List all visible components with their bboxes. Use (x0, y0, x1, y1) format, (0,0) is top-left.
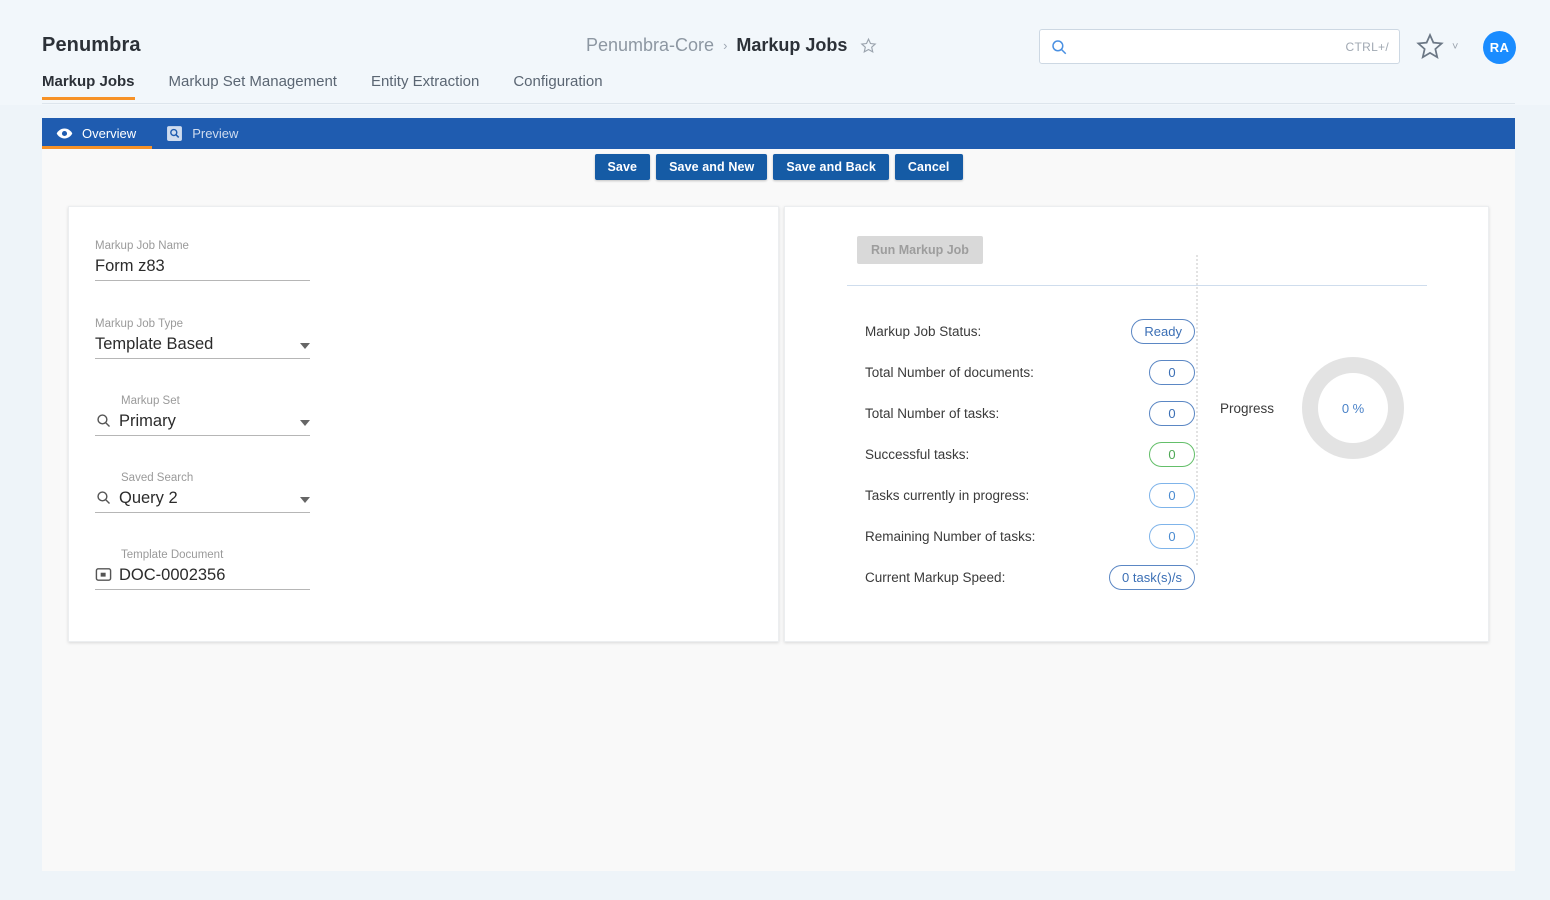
cancel-button[interactable]: Cancel (895, 154, 963, 180)
progress-label: Progress (1220, 401, 1274, 416)
field-markup-set-value[interactable]: Primary (119, 411, 293, 432)
chevron-down-icon[interactable] (300, 343, 310, 349)
tab-entity-extraction[interactable]: Entity Extraction (371, 70, 479, 100)
stat-row-markup-speed: Current Markup Speed: 0 task(s)/s (865, 557, 1195, 598)
tab-markup-jobs[interactable]: Markup Jobs (42, 70, 135, 100)
stat-badge-total-tasks: 0 (1149, 401, 1195, 426)
subtab-preview-label: Preview (192, 126, 238, 141)
search-icon (95, 412, 112, 429)
document-icon (95, 566, 112, 583)
chevron-down-icon[interactable] (300, 420, 310, 426)
magnifier-square-icon (166, 125, 183, 142)
subtab-overview-label: Overview (82, 126, 136, 141)
field-markup-job-type-label: Markup Job Type (95, 317, 310, 331)
stat-row-total-documents: Total Number of documents: 0 (865, 352, 1195, 393)
field-markup-job-name[interactable]: Markup Job Name Form z83 (95, 239, 310, 281)
stat-row-remaining-tasks: Remaining Number of tasks: 0 (865, 516, 1195, 557)
breadcrumb: Penumbra-Core › Markup Jobs (586, 35, 877, 56)
progress-ring: 0 % (1302, 357, 1404, 459)
main-nav-tabs: Markup Jobs Markup Set Management Entity… (0, 70, 1550, 105)
search-shortcut-hint: CTRL+/ (1346, 40, 1389, 54)
favorites-chevron-down-icon[interactable]: ˅ (1452, 41, 1458, 53)
field-markup-set-label: Markup Set (95, 394, 310, 408)
stat-row-successful-tasks: Successful tasks: 0 (865, 434, 1195, 475)
stat-badge-remaining-tasks: 0 (1149, 524, 1195, 549)
breadcrumb-current: Markup Jobs (736, 35, 847, 56)
content-area: Save Save and New Save and Back Cancel M… (42, 149, 1515, 871)
stat-label: Total Number of tasks: (865, 406, 1149, 421)
stat-label: Total Number of documents: (865, 365, 1149, 380)
stat-badge-markup-speed: 0 task(s)/s (1109, 565, 1195, 590)
stat-label: Markup Job Status: (865, 324, 1131, 339)
field-markup-set[interactable]: Markup Set Primary (95, 394, 310, 436)
stat-row-markup-job-status: Markup Job Status: Ready (865, 311, 1195, 352)
status-badge: Ready (1131, 319, 1195, 344)
field-template-document-label: Template Document (95, 548, 310, 562)
action-toolbar: Save Save and New Save and Back Cancel (42, 154, 1515, 180)
field-markup-job-name-value[interactable]: Form z83 (95, 256, 310, 277)
stat-label: Tasks currently in progress: (865, 488, 1149, 503)
breadcrumb-star-icon[interactable] (860, 37, 877, 54)
app-brand: Penumbra (42, 34, 141, 57)
breadcrumb-parent[interactable]: Penumbra-Core (586, 35, 714, 56)
save-and-back-button[interactable]: Save and Back (773, 154, 889, 180)
app-window: Penumbra Penumbra-Core › Markup Jobs CTR… (0, 0, 1550, 900)
stat-row-total-tasks: Total Number of tasks: 0 (865, 393, 1195, 434)
job-status-card: Run Markup Job Markup Job Status: Ready … (784, 206, 1489, 642)
breadcrumb-separator-icon: › (723, 38, 727, 53)
tab-configuration[interactable]: Configuration (513, 70, 602, 100)
vertical-dotted-divider (1196, 255, 1198, 565)
chevron-down-icon[interactable] (300, 497, 310, 503)
save-button[interactable]: Save (595, 154, 651, 180)
field-markup-job-type[interactable]: Markup Job Type Template Based (95, 317, 310, 359)
search-input[interactable] (1068, 30, 1346, 63)
top-header: Penumbra Penumbra-Core › Markup Jobs CTR… (0, 0, 1550, 70)
field-markup-job-name-label: Markup Job Name (95, 239, 310, 253)
field-saved-search-value[interactable]: Query 2 (119, 488, 293, 509)
eye-icon (56, 125, 73, 142)
progress-value: 0 % (1342, 401, 1364, 416)
stat-row-tasks-in-progress: Tasks currently in progress: 0 (865, 475, 1195, 516)
stat-label: Remaining Number of tasks: (865, 529, 1149, 544)
stat-label: Successful tasks: (865, 447, 1149, 462)
field-template-document-value[interactable]: DOC-0002356 (119, 565, 310, 586)
stat-label: Current Markup Speed: (865, 570, 1109, 585)
run-markup-job-button[interactable]: Run Markup Job (857, 236, 983, 264)
subtab-overview[interactable]: Overview (42, 118, 152, 149)
markup-job-form-card: Markup Job Name Form z83 Markup Job Type… (68, 206, 779, 642)
subtab-preview[interactable]: Preview (152, 118, 254, 149)
search-icon (1050, 38, 1068, 56)
sub-tab-bar: Overview Preview (42, 118, 1515, 149)
field-template-document[interactable]: Template Document DOC-0002356 (95, 548, 310, 590)
stat-badge-successful-tasks: 0 (1149, 442, 1195, 467)
field-saved-search-label: Saved Search (95, 471, 310, 485)
favorites-star-icon[interactable] (1416, 32, 1444, 60)
progress-section: Progress 0 % (1220, 357, 1404, 459)
job-stats-list: Markup Job Status: Ready Total Number of… (865, 311, 1195, 598)
save-and-new-button[interactable]: Save and New (656, 154, 767, 180)
avatar[interactable]: RA (1483, 31, 1516, 64)
stat-badge-total-documents: 0 (1149, 360, 1195, 385)
nav-tabs-divider (42, 103, 1515, 104)
stat-badge-tasks-in-progress: 0 (1149, 483, 1195, 508)
field-saved-search[interactable]: Saved Search Query 2 (95, 471, 310, 513)
global-search[interactable]: CTRL+/ (1039, 29, 1400, 64)
tab-markup-set-management[interactable]: Markup Set Management (169, 70, 337, 100)
field-markup-job-type-value[interactable]: Template Based (95, 334, 293, 355)
panel-divider (847, 285, 1427, 286)
search-icon (95, 489, 112, 506)
